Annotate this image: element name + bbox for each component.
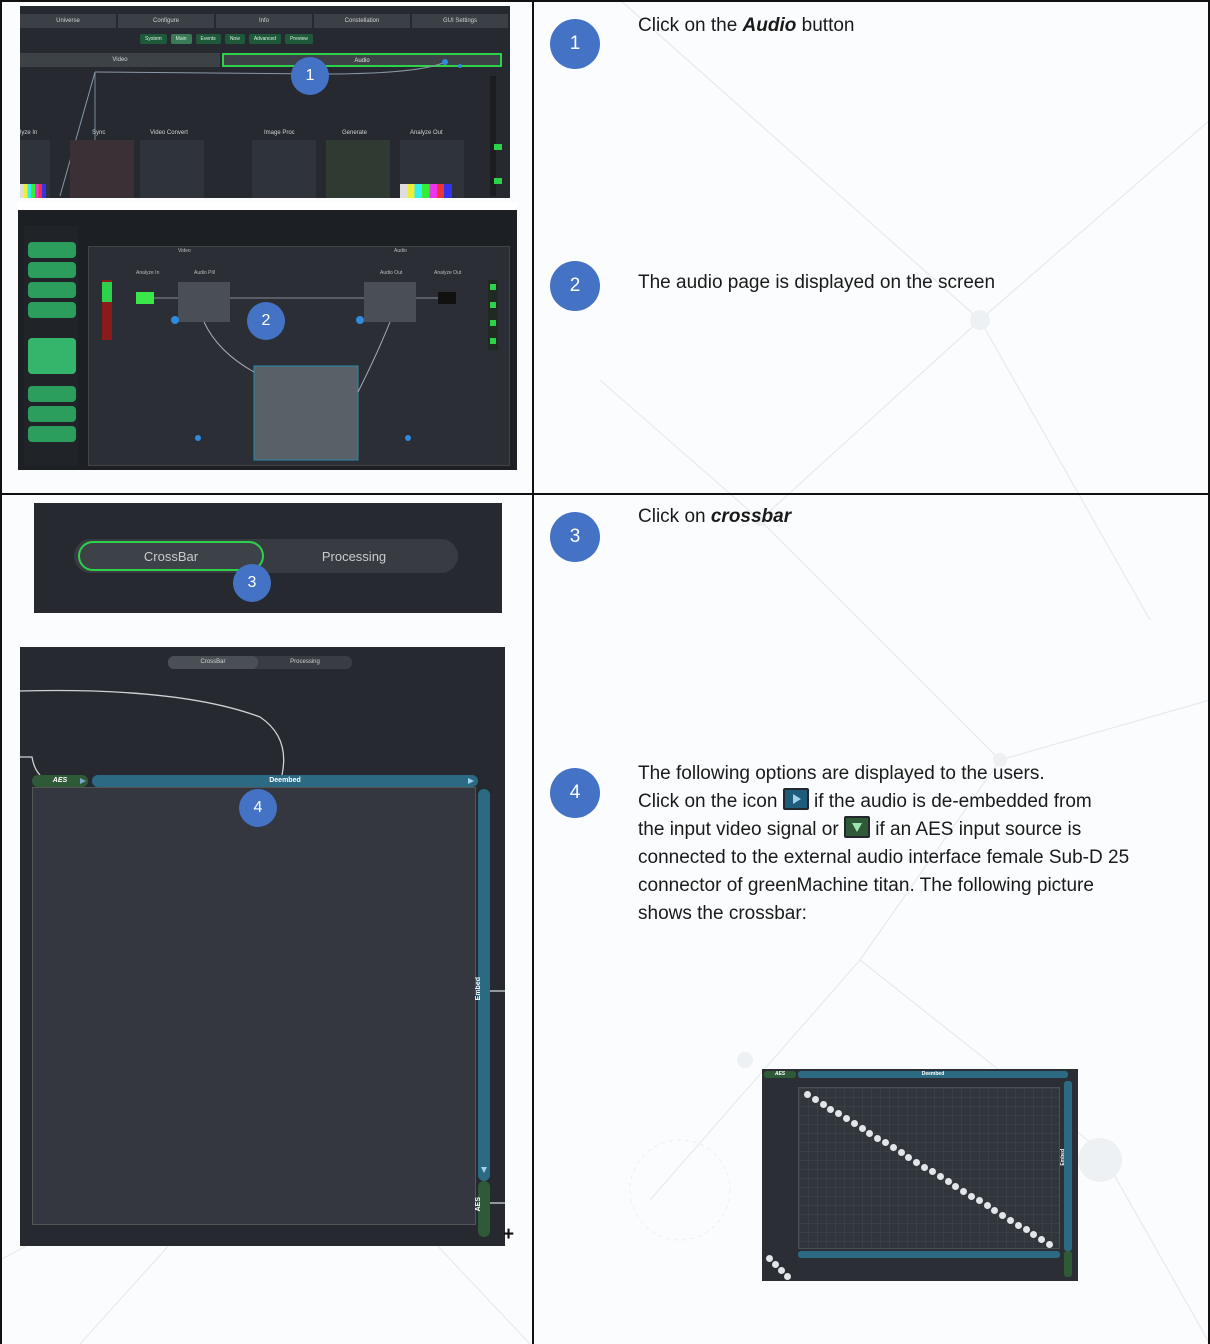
crosspoint-dot [766,1255,773,1262]
crosspoint-dot [897,1149,905,1157]
step-4-text: The following options are displayed to t… [638,760,1198,928]
crosspoint-dot [913,1158,921,1166]
module-sync[interactable] [70,140,134,198]
table-divider-horizontal [2,493,1210,495]
step-4-line-5: connector of greenMachine titan. The fol… [638,875,1094,896]
crosspoint-dot [936,1173,944,1181]
color-bars-left [20,184,46,198]
module-video-convert[interactable] [140,140,204,198]
crosspoint-dot [1006,1216,1014,1224]
table-divider-vertical [532,2,534,1344]
xb-aes-label: AES [764,1071,796,1078]
step-1-pre: Click on the [638,15,743,36]
deembed-bar[interactable]: Deembed [92,775,478,787]
step-4-line-6: shows the crossbar: [638,903,807,924]
crosspoint-dot [811,1095,819,1103]
crossbar-grid-area[interactable] [32,787,476,1225]
crosspoint-dot [819,1100,827,1108]
xb-embed-label: Embed [1060,1149,1066,1166]
crosspoint-dot [772,1261,779,1268]
label-generate: Generate [342,130,368,136]
callout-3: 3 [233,564,271,602]
screenshot-crossbar-tabs: CrossBar Processing [34,503,502,613]
deembed-play-icon[interactable] [468,778,474,784]
step-badge-4: 4 [550,768,600,818]
step-badge-2: 2 [550,261,600,311]
screenshot-audio-button: Universe Configure Info Constellation GU… [20,6,510,198]
aes-expand-icon[interactable] [80,778,86,784]
color-bars-right [400,184,452,198]
step-2-text: The audio page is displayed on the scree… [638,272,996,293]
crosspoint-dot [1014,1221,1022,1229]
crosspoint-dot [874,1134,882,1142]
step-4-line-3: the input video signal or if an AES inpu… [638,816,1198,844]
screenshot-crossbar-view: CrossBar Processing AES Deembed Embed AE… [20,647,505,1246]
xb-embed-bar [1064,1081,1072,1251]
step-1-bold: Audio [742,15,797,36]
step-3-text: Click on crossbar [638,503,791,531]
module-generate[interactable] [326,140,390,198]
label-video-convert: Video Convert [150,130,188,136]
embed-down-icon[interactable] [481,1167,487,1173]
xb-deembed-label: Deembed [798,1071,1068,1078]
step-4-line-3b: if an AES input source is [869,819,1082,840]
step-4-line-2b: if the audio is de-embedded from [808,791,1092,812]
aes-output-label: AES [475,1197,482,1212]
step-badge-1: 1 [550,19,600,69]
step-1-post: button [796,15,855,36]
label-sync: Sync [92,130,106,136]
step-badge-3: 3 [550,512,600,562]
embed-label: Embed [475,977,482,1001]
crosspoint-dot [804,1091,811,1098]
crosspoint-dot [850,1120,858,1128]
step-3-pre: Click on [638,506,711,527]
step-3-bold: crossbar [710,506,792,527]
crosspoint-dot [921,1163,929,1171]
label-analyze-in: lyze In [20,130,38,136]
deembed-play-icon [782,788,809,810]
crosspoint-dot [858,1124,866,1132]
crosspoint-dot [784,1273,791,1280]
callout-4: 4 [239,789,277,827]
crosspoint-dot [778,1267,785,1274]
crosspoint-dot [827,1105,835,1113]
tab-processing[interactable]: Processing [274,541,434,571]
label-analyze-out: Analyze Out [410,130,443,136]
xb-bottom-bar [798,1251,1060,1258]
crossbar-thumbnail: AES Deembed Embed [762,1069,1078,1281]
plus-marker: + [503,1224,515,1245]
step-4-line-1: The following options are displayed to t… [638,763,1045,784]
callout-2: 2 [247,302,285,340]
crosspoint-dot [960,1187,968,1195]
aes-down-icon [843,816,870,838]
step-4-line-2a: Click on the icon [638,791,783,812]
step-4-line-3a: the input video signal or [638,819,844,840]
label-image-proc: Image Proc [264,130,295,136]
crosspoint-dot [983,1202,991,1210]
step-4-line-4: connected to the external audio interfac… [638,847,1130,868]
xb-aes-output-bar [1064,1251,1072,1277]
crosspoint-dot [944,1178,952,1186]
module-image-proc[interactable] [252,140,316,198]
step-4-line-2: Click on the icon if the audio is de-emb… [638,788,1198,816]
step-1-text: Click on the Audio button [638,12,854,40]
crosspoint-dot [967,1192,975,1200]
tab-crossbar[interactable]: CrossBar [78,541,264,571]
callout-1: 1 [291,57,329,95]
crosspoint-dot [1046,1241,1053,1248]
